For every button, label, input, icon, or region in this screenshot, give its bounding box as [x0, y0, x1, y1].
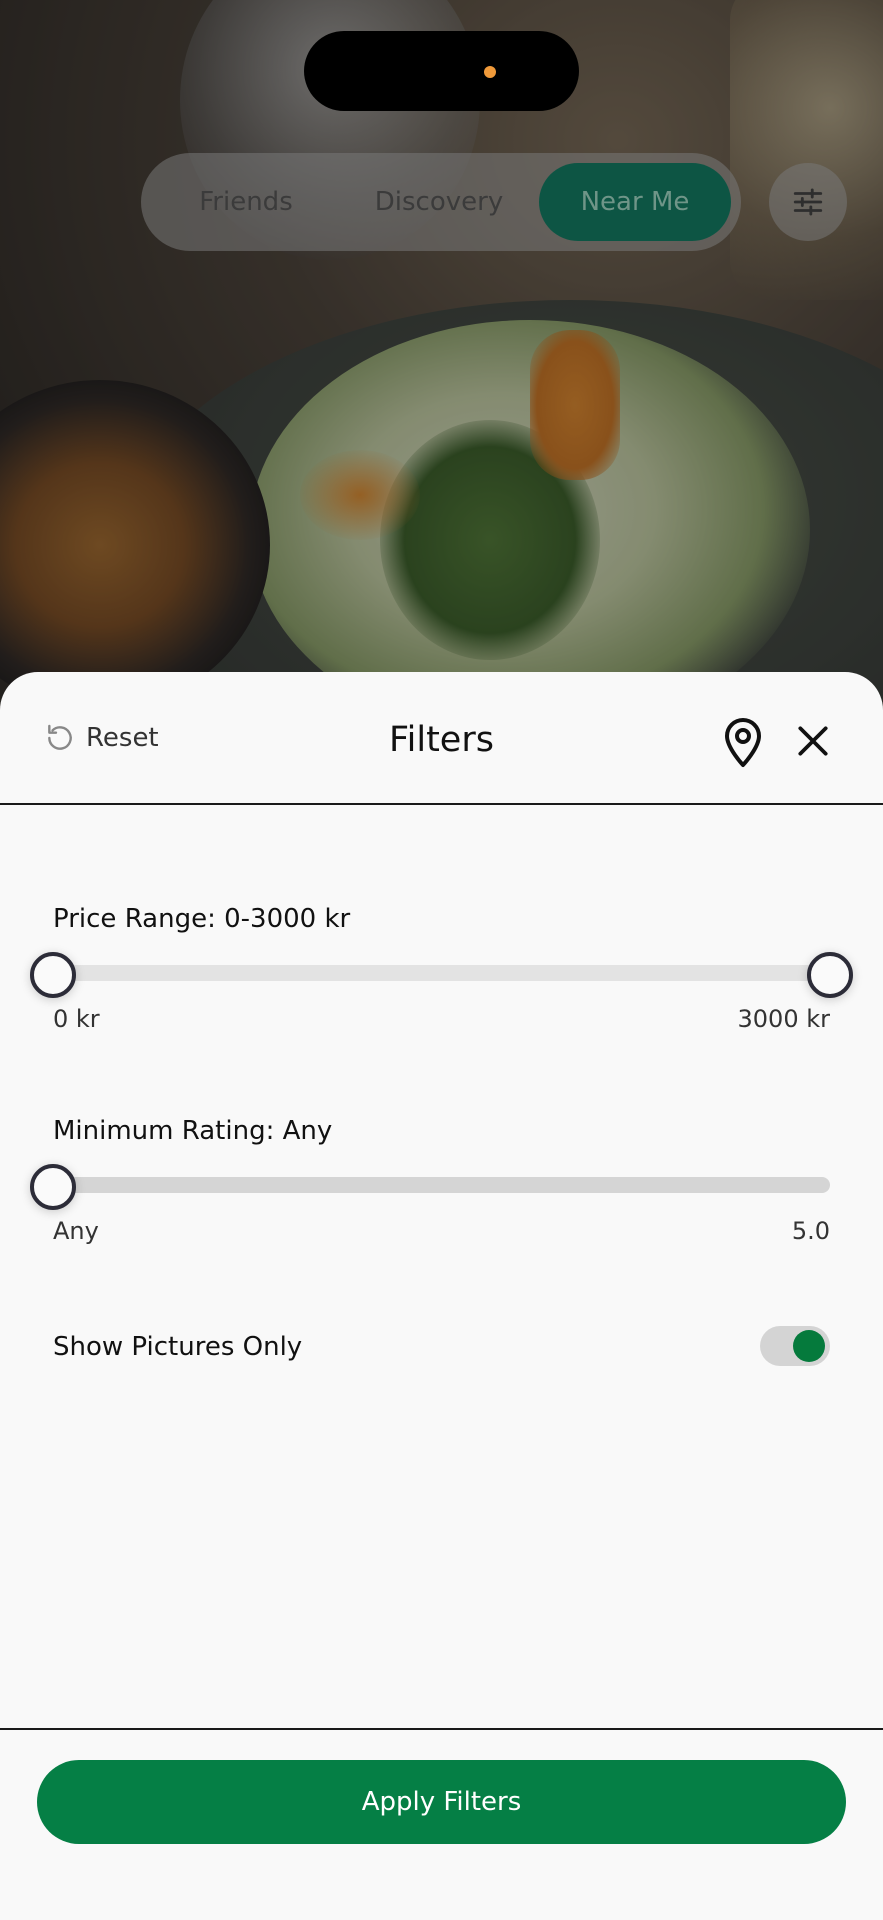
rating-max-label: 5.0	[791, 1217, 830, 1245]
footer-divider	[0, 1728, 883, 1730]
price-max-label: 3000 kr	[737, 1005, 830, 1033]
apply-filters-button[interactable]: Apply Filters	[37, 1760, 846, 1844]
price-range-slider[interactable]	[52, 965, 830, 981]
tab-friends[interactable]: Friends	[161, 163, 331, 241]
show-pictures-only-label: Show Pictures Only	[53, 1332, 303, 1362]
close-icon	[798, 726, 828, 756]
sheet-header: Reset Filters	[0, 672, 883, 804]
tab-discovery[interactable]: Discovery	[349, 163, 529, 241]
minimum-rating-label: Minimum Rating: Any	[53, 1116, 333, 1146]
close-button[interactable]	[794, 722, 832, 764]
header-divider	[0, 803, 883, 805]
filters-sheet: Reset Filters Price Range: 0-3000 kr 0 k…	[0, 672, 883, 1920]
price-max-thumb[interactable]	[807, 952, 853, 998]
minimum-rating-slider[interactable]	[52, 1177, 830, 1193]
price-min-label: 0 kr	[53, 1005, 100, 1033]
location-button[interactable]	[719, 716, 767, 772]
show-pictures-only-toggle[interactable]	[760, 1326, 830, 1366]
price-range-label: Price Range: 0-3000 kr	[53, 904, 351, 934]
map-pin-icon	[725, 718, 761, 767]
rating-thumb[interactable]	[30, 1164, 76, 1210]
camera-indicator-dot	[484, 66, 496, 78]
dynamic-island	[304, 31, 579, 111]
tab-near-me[interactable]: Near Me	[539, 163, 731, 241]
filter-button[interactable]	[769, 163, 847, 241]
feed-tab-bar: Friends Discovery Near Me	[141, 153, 741, 251]
price-min-thumb[interactable]	[30, 952, 76, 998]
toggle-knob	[793, 1330, 825, 1362]
sliders-icon	[793, 188, 823, 216]
rating-min-label: Any	[53, 1217, 99, 1245]
